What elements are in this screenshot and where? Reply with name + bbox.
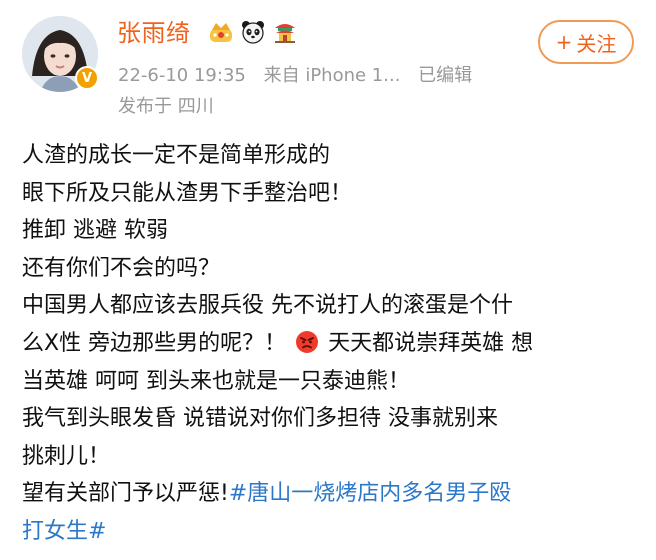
post-line: 我气到头眼发昏 说错说对你们多担待 没事就别来 [22,406,498,432]
post-source[interactable]: 来自 iPhone 1... [264,65,401,86]
post-location: 发布于 四川 [118,96,214,117]
post-line: 人渣的成长一定不是简单形成的 [22,143,331,168]
crown-icon[interactable] [207,18,235,46]
post-date[interactable]: 22-6-10 19:35 [118,65,246,86]
post-line: 望有关部门予以严惩!#唐山一烧烤店内多名男子殴 [22,475,642,513]
post-line: 中国男人都应该去服兵役 先不说打人的滚蛋是个什 [22,293,513,319]
post-text: 么X性 旁边那些男的呢？！ [22,330,287,356]
username[interactable]: 张雨绮 [117,16,191,50]
post-text: 天天都说崇拜英雄 想 [328,330,534,356]
user-badges [207,18,299,46]
panda-icon[interactable] [239,18,267,46]
post-line: 么X性 旁边那些男的呢？！ 天天都说崇拜英雄 想 [22,325,642,363]
post-line: 挑刺儿！ [22,443,111,469]
post-line: 还有你们不会的吗？ [22,255,221,281]
post-line: 当英雄 呵呵 到头来也就是一只泰迪熊！ [22,368,410,394]
edited-label[interactable]: 已编辑 [418,65,472,86]
post-text: 望有关部门予以严惩! [22,481,229,507]
post-line: 推卸 逃避 软弱 [22,218,168,244]
post-content: 人渣的成长一定不是简单形成的 眼下所及只能从渣男下手整治吧！ 推卸 逃避 软弱 … [22,137,642,551]
post-meta: 22-6-10 19:35 来自 iPhone 1... 已编辑 [118,62,472,90]
verified-badge-icon: V [75,66,99,90]
hashtag-link[interactable]: 打女生# [22,519,106,544]
post-line: 打女生# [22,513,642,551]
follow-button[interactable]: + 关注 [538,20,634,64]
pagoda-icon[interactable] [271,18,299,46]
hashtag-link[interactable]: #唐山一烧烤店内多名男子殴 [229,481,511,506]
plus-icon: + [555,30,573,54]
follow-button-label: 关注 [576,31,617,56]
angry-emoji-icon [296,330,319,353]
post-line: 眼下所及只能从渣男下手整治吧！ [22,180,353,206]
